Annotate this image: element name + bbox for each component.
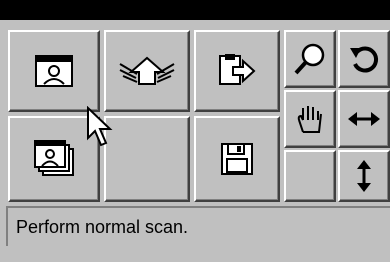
mouse-pointer-icon	[87, 106, 113, 147]
blank-button	[104, 116, 190, 202]
status-text: Perform normal scan.	[16, 217, 189, 237]
export-button[interactable]	[194, 30, 280, 112]
rotate-button[interactable]	[338, 30, 390, 88]
status-box: Perform normal scan.	[6, 206, 390, 246]
blank2-button	[284, 150, 336, 202]
vertical-arrow-icon	[357, 160, 371, 192]
scan-single-button[interactable]	[8, 30, 100, 112]
scan-multiple-portraits-icon	[34, 140, 74, 176]
magnifier-icon	[294, 43, 325, 75]
vertical-button[interactable]	[338, 150, 390, 202]
horizontal-arrow-icon	[348, 112, 380, 126]
save-button[interactable]	[194, 116, 280, 202]
hand-pan-icon	[297, 106, 322, 133]
document-export-icon	[219, 54, 256, 85]
scan-portrait-icon	[35, 55, 73, 87]
floppy-disk-icon	[221, 143, 253, 175]
hand-button[interactable]	[284, 90, 336, 148]
zoom-button[interactable]	[284, 30, 336, 88]
wings-up-button[interactable]	[104, 30, 190, 112]
rotate-icon	[350, 46, 379, 73]
toolbar-panel: Perform normal scan.	[0, 20, 390, 262]
horizontal-button[interactable]	[338, 90, 390, 148]
status-bar: Perform normal scan.	[0, 206, 390, 246]
winged-up-arrow-icon	[119, 56, 175, 85]
